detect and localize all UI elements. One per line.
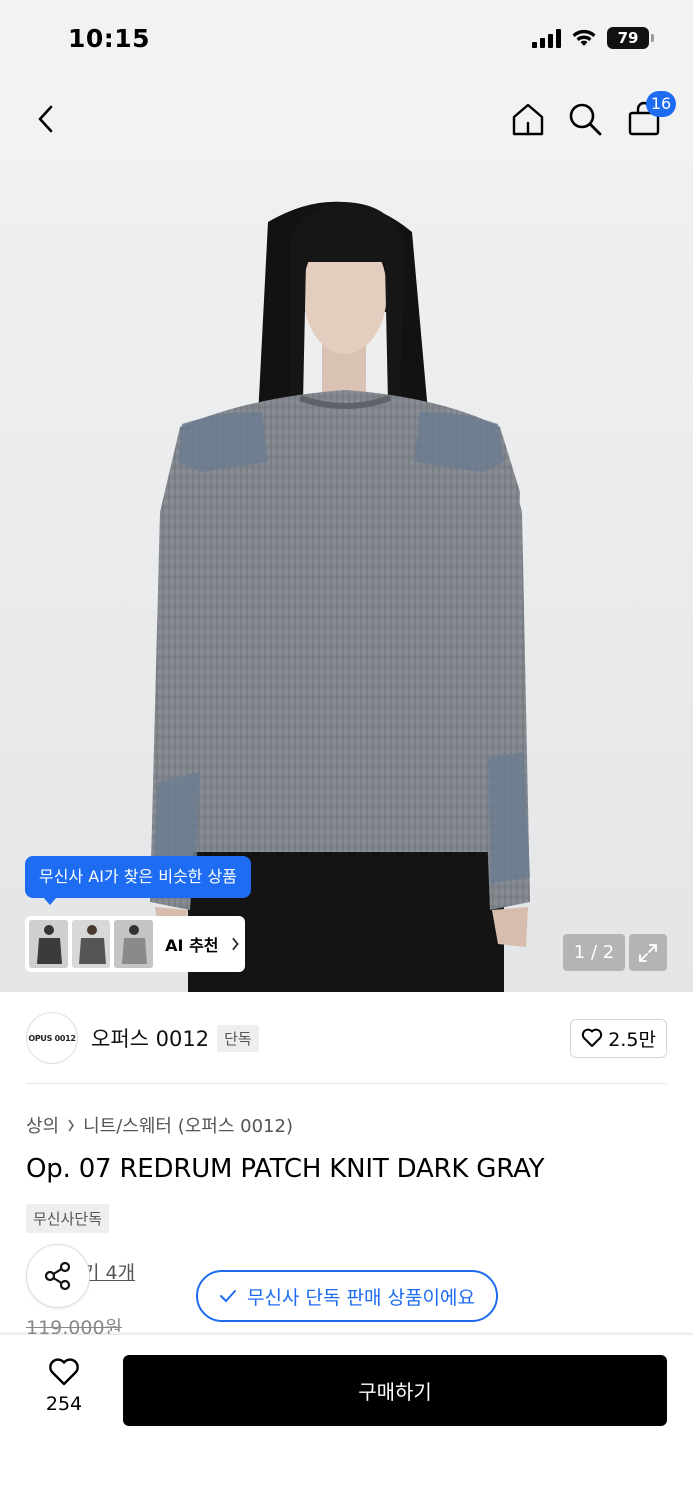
brand-name[interactable]: 오퍼스 0012 xyxy=(91,1023,209,1053)
status-icons: 79 xyxy=(532,27,654,49)
back-button[interactable] xyxy=(24,97,68,141)
breadcrumb-category[interactable]: 상의 xyxy=(26,1112,59,1138)
bottom-action-bar: 254 구매하기 xyxy=(0,1334,693,1500)
ai-thumbnail-2 xyxy=(71,920,111,968)
chevron-right-icon xyxy=(68,1119,75,1131)
brand-logo: OPUS 0012 xyxy=(26,1012,78,1064)
share-button[interactable] xyxy=(26,1244,90,1308)
cart-button[interactable]: 16 xyxy=(622,91,676,141)
status-bar: 10:15 79 xyxy=(0,0,693,78)
heart-icon xyxy=(582,1028,603,1047)
brand-like-button[interactable]: 2.5만 xyxy=(570,1018,667,1058)
top-nav-bar: 16 xyxy=(0,78,693,162)
status-time: 10:15 xyxy=(68,24,151,53)
wifi-icon xyxy=(572,29,596,46)
review-link[interactable]: 기 4개 xyxy=(82,1258,135,1285)
brand-exclusive-tag: 단독 xyxy=(217,1024,259,1052)
product-image-gallery[interactable]: 무신사 AI가 찾은 비슷한 상품 AI 추천 1 / 2 xyxy=(0,162,693,992)
exclusive-banner-text: 무신사 단독 판매 상품이에요 xyxy=(247,1286,475,1309)
product-title: Op. 07 REDRUM PATCH KNIT DARK GRAY xyxy=(26,1154,545,1184)
divider xyxy=(26,1083,667,1084)
brand-like-count: 2.5만 xyxy=(608,1028,656,1051)
search-icon xyxy=(569,103,602,136)
battery-icon: 79 xyxy=(607,27,654,49)
ai-recommend-button[interactable]: AI 추천 xyxy=(25,916,245,972)
search-button[interactable] xyxy=(563,97,607,141)
gallery-page-indicator: 1 / 2 xyxy=(563,934,625,971)
buy-button[interactable]: 구매하기 xyxy=(123,1355,667,1426)
ai-recommend-label: AI 추천 xyxy=(165,936,219,955)
heart-icon xyxy=(49,1358,79,1386)
wishlist-count: 254 xyxy=(45,1393,83,1415)
check-icon xyxy=(220,1290,237,1302)
fullscreen-button[interactable] xyxy=(629,934,667,971)
home-button[interactable] xyxy=(506,97,550,141)
musinsa-exclusive-tag: 무신사단독 xyxy=(26,1204,110,1233)
ai-similar-tooltip: 무신사 AI가 찾은 비슷한 상품 xyxy=(25,856,251,905)
chevron-left-icon xyxy=(38,105,53,133)
brand-row[interactable]: OPUS 0012 오퍼스 0012 단독 2.5만 xyxy=(26,1012,667,1064)
home-icon xyxy=(512,103,544,136)
breadcrumb-subcategory[interactable]: 니트/스웨터 (오퍼스 0012) xyxy=(83,1112,293,1138)
share-icon xyxy=(44,1261,71,1291)
breadcrumb: 상의 니트/스웨터 (오퍼스 0012) xyxy=(26,1112,293,1138)
ai-thumbnail-1 xyxy=(29,920,68,968)
exclusive-sale-banner: 무신사 단독 판매 상품이에요 xyxy=(196,1270,498,1322)
expand-icon xyxy=(639,943,657,962)
wishlist-button[interactable]: 254 xyxy=(26,1357,102,1427)
ai-thumbnail-3 xyxy=(114,920,154,968)
signal-icon xyxy=(532,28,561,48)
chevron-right-icon xyxy=(231,937,239,951)
cart-count-badge: 16 xyxy=(646,91,676,117)
